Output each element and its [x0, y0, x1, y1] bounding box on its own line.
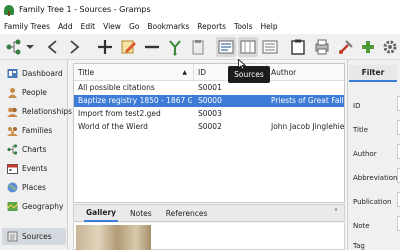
chevron-down-icon[interactable]: ˅ [334, 208, 338, 217]
clipboard-icon[interactable] [188, 37, 208, 57]
table-row[interactable]: World of the Wierd S0002 John Jacob Jing… [74, 121, 344, 133]
tools-icon[interactable] [336, 37, 356, 57]
media-thumbnail[interactable] [76, 225, 151, 250]
geography-icon [7, 201, 18, 212]
cell-title: Baptize registry 1850 - 1867 Great F... [78, 96, 192, 105]
sidebar-item-sources[interactable]: Sources [2, 228, 66, 245]
cell-title: Import from test2.ged [78, 109, 161, 118]
list-view-icon[interactable] [260, 37, 280, 57]
menu-bar: Family Trees Add Edit View Go Bookmarks … [0, 19, 400, 34]
sidebar-item-label: People [22, 88, 47, 97]
sidebar-item-label: Sources [22, 232, 52, 241]
filter-label-abbreviation: Abbreviation [353, 174, 398, 182]
events-icon [7, 163, 18, 174]
sidebar-item-label: Events [22, 164, 48, 173]
remove-icon[interactable] [142, 37, 162, 57]
sidebar-item-label: Families [22, 126, 53, 135]
filter-sidebar: Filter ID Title Author Abbreviation Publ… [347, 60, 400, 250]
tab-filter[interactable]: Filter [349, 65, 397, 82]
tab-notes[interactable]: Notes [128, 204, 154, 222]
toolbar [0, 34, 400, 60]
filter-label-note: Note [353, 222, 370, 230]
dashboard-icon [7, 68, 18, 79]
cell-author: John Jacob Jinglehieme [271, 122, 344, 131]
sidebar-item-label: Places [22, 183, 46, 192]
sources-tooltip: Sources [228, 66, 270, 83]
filter-label-tag: Tag [353, 242, 365, 250]
filter-label-publication: Publication [353, 198, 392, 206]
cell-id: S0000 [198, 96, 222, 105]
title-bar: Family Tree 1 - Sources - Gramps [0, 0, 400, 19]
sidebar-item-dashboard[interactable]: Dashboard [2, 65, 66, 82]
cell-id: S0002 [198, 122, 222, 131]
filter-label-title: Title [353, 126, 369, 134]
window-title: Family Tree 1 - Sources - Gramps [19, 5, 151, 14]
tab-references[interactable]: References [164, 204, 210, 222]
gallery-panel [73, 223, 345, 250]
charts-icon [7, 144, 18, 155]
sidebar-item-relationships[interactable]: Relationships [2, 103, 72, 120]
back-icon[interactable] [43, 37, 63, 57]
sidebar-item-places[interactable]: Places [2, 179, 66, 196]
dropdown-arrow-icon[interactable] [24, 37, 36, 57]
menu-go[interactable]: Go [129, 22, 139, 31]
menu-reports[interactable]: Reports [197, 22, 226, 31]
sources-icon [7, 231, 18, 242]
cell-title: World of the Wierd [78, 122, 148, 131]
menu-edit[interactable]: Edit [81, 22, 96, 31]
citation-view-icon[interactable] [238, 37, 258, 57]
menu-family-trees[interactable]: Family Trees [4, 22, 50, 31]
bottombar-tabs: Gallery Notes References ˅ [73, 204, 345, 222]
filter-label-author: Author [353, 150, 377, 158]
sidebar-item-label: Dashboard [22, 69, 63, 78]
cell-title: All possible citations [78, 83, 155, 92]
cell-id: S0001 [198, 83, 222, 92]
table-row[interactable]: All possible citations S0001 [74, 82, 344, 94]
merge-icon[interactable] [165, 37, 185, 57]
sidebar-item-families[interactable]: Families [2, 122, 66, 139]
relationships-icon [7, 106, 18, 117]
cell-id: S0003 [198, 109, 222, 118]
family-tree-icon[interactable] [4, 37, 24, 57]
filter-label-id: ID [353, 102, 361, 110]
menu-bookmarks[interactable]: Bookmarks [147, 22, 189, 31]
mouse-cursor-icon [238, 59, 246, 70]
table-row[interactable]: Baptize registry 1850 - 1867 Great F... … [74, 95, 344, 107]
families-icon [7, 125, 18, 136]
sidebar-item-events[interactable]: Events [2, 160, 66, 177]
sidebar-item-label: Geography [22, 202, 64, 211]
cell-author: Priests of Great Falls Ch [271, 96, 344, 105]
menu-help[interactable]: Help [261, 22, 278, 31]
add-icon[interactable] [95, 37, 115, 57]
sidebar-item-label: Charts [22, 145, 47, 154]
sidebar-item-people[interactable]: People [2, 84, 66, 101]
print-icon[interactable] [312, 37, 332, 57]
menu-view[interactable]: View [103, 22, 121, 31]
places-icon [7, 182, 18, 193]
navigator-sidebar: Dashboard People Relationships Families … [0, 60, 72, 250]
gramps-app-icon [3, 4, 15, 16]
source-view-icon[interactable] [216, 37, 236, 57]
column-header-title[interactable]: Title ▲ [74, 64, 194, 81]
sort-ascending-icon: ▲ [182, 69, 187, 76]
preferences-icon[interactable] [380, 37, 400, 57]
table-row[interactable]: Import from test2.ged S0003 [74, 108, 344, 120]
tab-gallery[interactable]: Gallery [84, 204, 119, 222]
menu-tools[interactable]: Tools [234, 22, 252, 31]
edit-icon[interactable] [118, 37, 138, 57]
sidebar-item-label: Relationships [22, 107, 72, 116]
source-list: Title ▲ ID Author All possible citations… [73, 63, 345, 203]
forward-icon[interactable] [64, 37, 84, 57]
clipboard-icon[interactable] [288, 37, 308, 57]
sidebar-item-charts[interactable]: Charts [2, 141, 66, 158]
people-icon [7, 87, 18, 98]
addons-icon[interactable] [358, 37, 378, 57]
sidebar-item-geography[interactable]: Geography [2, 198, 66, 215]
column-header-author[interactable]: Author [267, 64, 344, 81]
menu-add[interactable]: Add [58, 22, 73, 31]
